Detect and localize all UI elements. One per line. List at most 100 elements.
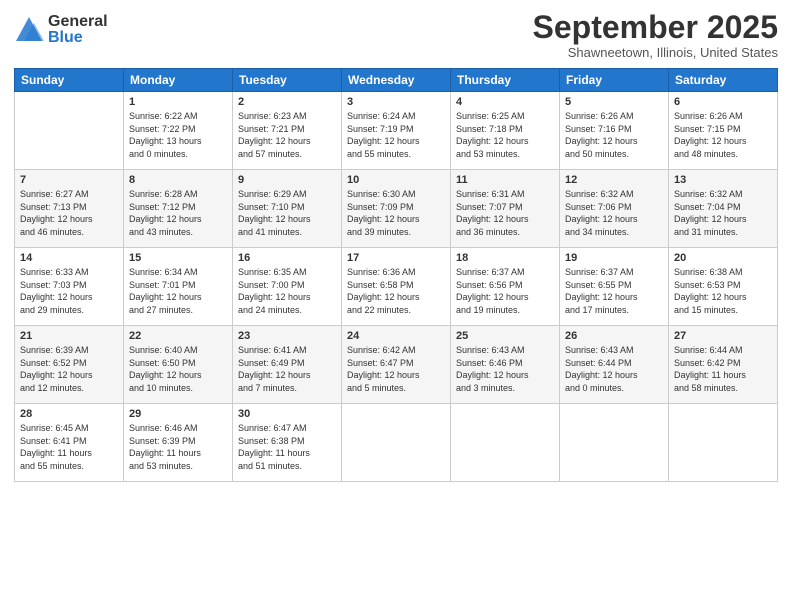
col-sunday: Sunday: [15, 69, 124, 92]
cell-content: Sunrise: 6:24 AM Sunset: 7:19 PM Dayligh…: [347, 110, 445, 160]
calendar-cell: 22 Sunrise: 6:40 AM Sunset: 6:50 PM Dayli…: [124, 326, 233, 404]
cell-content: Sunrise: 6:28 AM Sunset: 7:12 PM Dayligh…: [129, 188, 227, 238]
day-number: 12: [565, 174, 663, 186]
cell-content: Sunrise: 6:22 AM Sunset: 7:22 PM Dayligh…: [129, 110, 227, 160]
week-row-4: 21 Sunrise: 6:39 AM Sunset: 6:52 PM Dayli…: [15, 326, 778, 404]
calendar-cell: 4 Sunrise: 6:25 AM Sunset: 7:18 PM Daylig…: [451, 92, 560, 170]
day-number: 19: [565, 252, 663, 264]
cell-content: Sunrise: 6:43 AM Sunset: 6:46 PM Dayligh…: [456, 344, 554, 394]
cell-content: Sunrise: 6:31 AM Sunset: 7:07 PM Dayligh…: [456, 188, 554, 238]
day-number: 1: [129, 96, 227, 108]
logo-blue: Blue: [48, 30, 108, 46]
day-number: 16: [238, 252, 336, 264]
cell-content: Sunrise: 6:47 AM Sunset: 6:38 PM Dayligh…: [238, 422, 336, 472]
day-number: 20: [674, 252, 772, 264]
cell-content: Sunrise: 6:40 AM Sunset: 6:50 PM Dayligh…: [129, 344, 227, 394]
calendar-cell: 25 Sunrise: 6:43 AM Sunset: 6:46 PM Dayli…: [451, 326, 560, 404]
calendar-cell: 1 Sunrise: 6:22 AM Sunset: 7:22 PM Daylig…: [124, 92, 233, 170]
day-number: 22: [129, 330, 227, 342]
calendar-cell: 7 Sunrise: 6:27 AM Sunset: 7:13 PM Daylig…: [15, 170, 124, 248]
calendar-cell: 24 Sunrise: 6:42 AM Sunset: 6:47 PM Dayli…: [342, 326, 451, 404]
day-number: 14: [20, 252, 118, 264]
day-number: 3: [347, 96, 445, 108]
cell-content: Sunrise: 6:44 AM Sunset: 6:42 PM Dayligh…: [674, 344, 772, 394]
cell-content: Sunrise: 6:45 AM Sunset: 6:41 PM Dayligh…: [20, 422, 118, 472]
day-number: 2: [238, 96, 336, 108]
week-row-1: 1 Sunrise: 6:22 AM Sunset: 7:22 PM Daylig…: [15, 92, 778, 170]
day-number: 18: [456, 252, 554, 264]
day-number: 21: [20, 330, 118, 342]
cell-content: Sunrise: 6:34 AM Sunset: 7:01 PM Dayligh…: [129, 266, 227, 316]
calendar-cell: 2Sunrise: 6:23 AM Sunset: 7:21 PM Daylig…: [233, 92, 342, 170]
calendar-cell: 14 Sunrise: 6:33 AM Sunset: 7:03 PM Dayli…: [15, 248, 124, 326]
calendar-cell: 19 Sunrise: 6:37 AM Sunset: 6:55 PM Dayli…: [560, 248, 669, 326]
day-number: 5: [565, 96, 663, 108]
calendar-cell: 26 Sunrise: 6:43 AM Sunset: 6:44 PM Dayli…: [560, 326, 669, 404]
calendar-cell: [15, 92, 124, 170]
week-row-2: 7 Sunrise: 6:27 AM Sunset: 7:13 PM Daylig…: [15, 170, 778, 248]
logo-general: General: [48, 14, 108, 30]
cell-content: Sunrise: 6:33 AM Sunset: 7:03 PM Dayligh…: [20, 266, 118, 316]
calendar-cell: [560, 404, 669, 482]
day-number: 25: [456, 330, 554, 342]
calendar-cell: 30 Sunrise: 6:47 AM Sunset: 6:38 PM Dayli…: [233, 404, 342, 482]
title-block: September 2025 Shawneetown, Illinois, Un…: [533, 10, 778, 60]
calendar-page: General Blue September 2025 Shawneetown,…: [0, 0, 792, 612]
day-number: 24: [347, 330, 445, 342]
header-row: Sunday Monday Tuesday Wednesday Thursday…: [15, 69, 778, 92]
calendar-cell: 23Sunrise: 6:41 AM Sunset: 6:49 PM Dayli…: [233, 326, 342, 404]
calendar-cell: [669, 404, 778, 482]
cell-content: Sunrise: 6:35 AM Sunset: 7:00 PM Dayligh…: [238, 266, 336, 316]
col-wednesday: Wednesday: [342, 69, 451, 92]
cell-content: Sunrise: 6:32 AM Sunset: 7:04 PM Dayligh…: [674, 188, 772, 238]
cell-content: Sunrise: 6:42 AM Sunset: 6:47 PM Dayligh…: [347, 344, 445, 394]
calendar-cell: 21 Sunrise: 6:39 AM Sunset: 6:52 PM Dayli…: [15, 326, 124, 404]
week-row-5: 28 Sunrise: 6:45 AM Sunset: 6:41 PM Dayli…: [15, 404, 778, 482]
calendar-cell: 11 Sunrise: 6:31 AM Sunset: 7:07 PM Dayli…: [451, 170, 560, 248]
cell-content: Sunrise: 6:26 AM Sunset: 7:16 PM Dayligh…: [565, 110, 663, 160]
day-number: 13: [674, 174, 772, 186]
cell-content: Sunrise: 6:26 AM Sunset: 7:15 PM Dayligh…: [674, 110, 772, 160]
day-number: 11: [456, 174, 554, 186]
col-thursday: Thursday: [451, 69, 560, 92]
calendar-cell: 12 Sunrise: 6:32 AM Sunset: 7:06 PM Dayli…: [560, 170, 669, 248]
calendar-cell: 16 Sunrise: 6:35 AM Sunset: 7:00 PM Dayli…: [233, 248, 342, 326]
calendar-cell: 15Sunrise: 6:34 AM Sunset: 7:01 PM Dayli…: [124, 248, 233, 326]
day-number: 6: [674, 96, 772, 108]
cell-content: Sunrise: 6:30 AM Sunset: 7:09 PM Dayligh…: [347, 188, 445, 238]
day-number: 7: [20, 174, 118, 186]
cell-content: Sunrise: 6:27 AM Sunset: 7:13 PM Dayligh…: [20, 188, 118, 238]
calendar-cell: 8 Sunrise: 6:28 AM Sunset: 7:12 PM Daylig…: [124, 170, 233, 248]
day-number: 17: [347, 252, 445, 264]
calendar-cell: 29Sunrise: 6:46 AM Sunset: 6:39 PM Dayli…: [124, 404, 233, 482]
day-number: 8: [129, 174, 227, 186]
cell-content: Sunrise: 6:25 AM Sunset: 7:18 PM Dayligh…: [456, 110, 554, 160]
header: General Blue September 2025 Shawneetown,…: [14, 10, 778, 60]
cell-content: Sunrise: 6:37 AM Sunset: 6:55 PM Dayligh…: [565, 266, 663, 316]
month-title: September 2025: [533, 10, 778, 45]
logo-icon: [14, 15, 44, 45]
calendar-cell: 9Sunrise: 6:29 AM Sunset: 7:10 PM Daylig…: [233, 170, 342, 248]
calendar-cell: 13 Sunrise: 6:32 AM Sunset: 7:04 PM Dayli…: [669, 170, 778, 248]
day-number: 30: [238, 408, 336, 420]
calendar-cell: 27Sunrise: 6:44 AM Sunset: 6:42 PM Dayli…: [669, 326, 778, 404]
calendar-cell: [342, 404, 451, 482]
day-number: 10: [347, 174, 445, 186]
cell-content: Sunrise: 6:32 AM Sunset: 7:06 PM Dayligh…: [565, 188, 663, 238]
day-number: 28: [20, 408, 118, 420]
week-row-3: 14 Sunrise: 6:33 AM Sunset: 7:03 PM Dayli…: [15, 248, 778, 326]
col-saturday: Saturday: [669, 69, 778, 92]
cell-content: Sunrise: 6:43 AM Sunset: 6:44 PM Dayligh…: [565, 344, 663, 394]
calendar-cell: 17Sunrise: 6:36 AM Sunset: 6:58 PM Dayli…: [342, 248, 451, 326]
calendar-cell: 28 Sunrise: 6:45 AM Sunset: 6:41 PM Dayli…: [15, 404, 124, 482]
day-number: 26: [565, 330, 663, 342]
day-number: 23: [238, 330, 336, 342]
day-number: 4: [456, 96, 554, 108]
calendar-cell: 20Sunrise: 6:38 AM Sunset: 6:53 PM Dayli…: [669, 248, 778, 326]
logo-text: General Blue: [48, 14, 108, 46]
calendar-cell: 10 Sunrise: 6:30 AM Sunset: 7:09 PM Dayli…: [342, 170, 451, 248]
calendar-table: Sunday Monday Tuesday Wednesday Thursday…: [14, 68, 778, 482]
cell-content: Sunrise: 6:39 AM Sunset: 6:52 PM Dayligh…: [20, 344, 118, 394]
cell-content: Sunrise: 6:46 AM Sunset: 6:39 PM Dayligh…: [129, 422, 227, 472]
calendar-cell: 5 Sunrise: 6:26 AM Sunset: 7:16 PM Daylig…: [560, 92, 669, 170]
